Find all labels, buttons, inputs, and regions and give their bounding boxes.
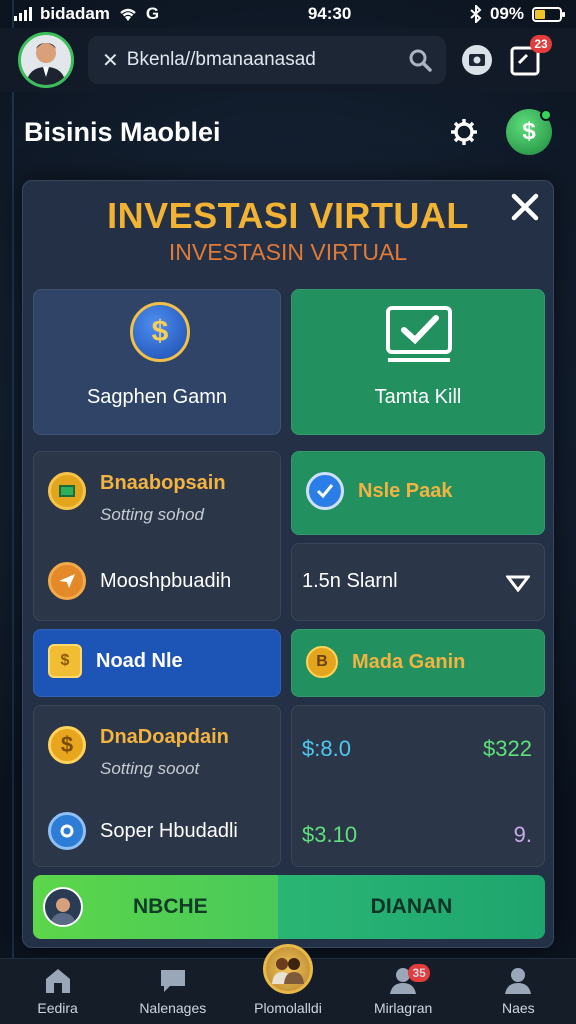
battery-icon: [532, 6, 565, 22]
nav-label-messages: Nalenages: [139, 1000, 207, 1016]
dollar-coin-small-icon: $: [48, 726, 86, 764]
gold-coin-icon: B: [306, 646, 338, 678]
app-header: ✕ Bkenla//bmanaanasad 23: [0, 28, 576, 92]
dollar-coin-icon: $: [130, 302, 190, 362]
action-bar: NBCHE DIANAN: [33, 875, 545, 939]
nav-label-center: Plomolalldi: [254, 1000, 322, 1016]
moosh-row[interactable]: Mooshpbuadih: [48, 562, 231, 600]
saphen-game-label: Sagphen Gamn: [86, 386, 228, 408]
dianan-label: DIANAN: [370, 895, 453, 918]
notifications-button[interactable]: 23: [508, 35, 552, 77]
profile-icon: [505, 968, 532, 994]
nsle-label: Nsle Paak: [358, 479, 453, 502]
soper-label: Soper Hbudadli: [100, 819, 238, 842]
chat-icon: [160, 970, 185, 992]
carrier-label: bidadam: [40, 4, 110, 23]
wallet-coin-icon[interactable]: $: [506, 109, 552, 155]
investment-modal: INVESTASI VIRTUAL INVESTASIN VIRTUAL $ S…: [22, 180, 554, 948]
mada-ganin-tile[interactable]: B Mada Ganin: [291, 629, 545, 697]
search-text: Bkenla//bmanaanasad: [126, 49, 316, 70]
user-avatar-icon: [43, 887, 83, 927]
modal-subtitle: INVESTASIN VIRTUAL: [168, 239, 408, 265]
dnadoapdain-sub: Sotting sooot: [100, 759, 200, 778]
nsle-paak-tile[interactable]: Nsle Paak: [291, 451, 545, 535]
nav-label-profile: Naes: [502, 1000, 535, 1016]
search-input[interactable]: ✕ Bkenla//bmanaanasad: [88, 36, 446, 84]
page-title: Bisinis Maoblei: [24, 116, 221, 147]
signal-icon: [14, 7, 32, 21]
nbche-label: NBCHE: [133, 895, 208, 918]
nav-item-profile[interactable]: Naes: [463, 966, 573, 1016]
notification-badge: 23: [530, 35, 552, 53]
people-medal-icon: [262, 944, 313, 994]
wifi-icon: [120, 8, 136, 21]
moosh-label: Mooshpbuadih: [100, 569, 232, 592]
bottom-nav: Eedira Nalenages Plomolalldi 35 Mirlagra…: [0, 944, 576, 1024]
values-panel: $:8.0 $322 $3.10 9.: [291, 705, 545, 867]
bluetooth-icon: [470, 5, 482, 23]
soper-row[interactable]: Soper Hbudadli: [48, 812, 238, 850]
mada-label: Mada Ganin: [352, 650, 466, 673]
page-title-row: Bisinis Maoblei $: [0, 102, 576, 162]
settings-gear-icon[interactable]: [450, 118, 478, 146]
gear-coin-icon: [48, 812, 86, 850]
nbche-button[interactable]: NBCHE: [33, 875, 278, 939]
value-1: $:8.0: [302, 736, 351, 761]
dnadoapdain-title: DnaDoapdain: [100, 726, 229, 748]
left-panel-2: $ DnaDoapdain Sotting sooot Soper Hbudad…: [33, 705, 281, 867]
checkmark-screen-icon: [386, 306, 452, 362]
close-button[interactable]: [505, 187, 545, 227]
close-icon: [511, 193, 539, 221]
check-badge-icon: [306, 472, 344, 510]
bnaabopsain-sub: Sotting sohod: [100, 505, 204, 524]
document-coin-icon: [48, 472, 86, 510]
amount-dropdown-value: 1.5n Slarnl: [302, 570, 398, 592]
noad-label: Noad Nle: [96, 649, 183, 672]
camera-button[interactable]: [460, 43, 494, 77]
battery-percent: 09%: [489, 4, 524, 23]
nav-item-center[interactable]: Plomolalldi: [233, 944, 343, 1016]
nav-item-program[interactable]: 35 Mirlagran: [348, 964, 458, 1016]
amount-dropdown[interactable]: 1.5n Slarnl: [291, 543, 545, 621]
value-4: 9.: [513, 822, 532, 847]
status-bar: bidadam G 94:30 09%: [0, 0, 576, 28]
wallet-icon: $: [48, 644, 82, 678]
saphen-game-tile[interactable]: $ Sagphen Gamn: [33, 289, 281, 435]
search-icon[interactable]: [408, 48, 432, 72]
modal-title: INVESTASI VIRTUAL: [107, 195, 469, 236]
nav-item-messages[interactable]: Nalenages: [118, 966, 228, 1016]
tamta-kill-tile[interactable]: Tamta Kill: [291, 289, 545, 435]
dianan-button[interactable]: DIANAN: [278, 875, 545, 939]
value-2: $322: [483, 736, 532, 761]
avatar[interactable]: [18, 32, 74, 88]
nav-badge: 35: [408, 964, 431, 982]
camera-icon: [462, 45, 492, 75]
left-panel-1: Bnaabopsain Sotting sohod Mooshpbuadih: [33, 451, 281, 621]
bnaabopsain-title: Bnaabopsain: [100, 472, 226, 494]
noad-nle-tile[interactable]: $ Noad Nle: [33, 629, 281, 697]
home-icon: [45, 969, 70, 993]
dnadoapdain-row[interactable]: $ DnaDoapdain Sotting sooot: [48, 726, 229, 779]
bnaabopsain-row[interactable]: Bnaabopsain Sotting sohod: [48, 472, 226, 525]
chevron-down-icon: [506, 575, 530, 592]
nav-label-program: Mirlagran: [373, 1000, 433, 1016]
network-label: G: [145, 4, 160, 23]
paper-plane-icon: [48, 562, 86, 600]
value-3: $3.10: [302, 822, 358, 847]
tamta-kill-label: Tamta Kill: [374, 386, 462, 408]
clear-icon[interactable]: ✕: [102, 48, 119, 73]
nav-label-home: Eedira: [37, 1000, 78, 1016]
clock: 94:30: [307, 4, 352, 23]
nav-item-home[interactable]: Eedira: [3, 966, 113, 1016]
